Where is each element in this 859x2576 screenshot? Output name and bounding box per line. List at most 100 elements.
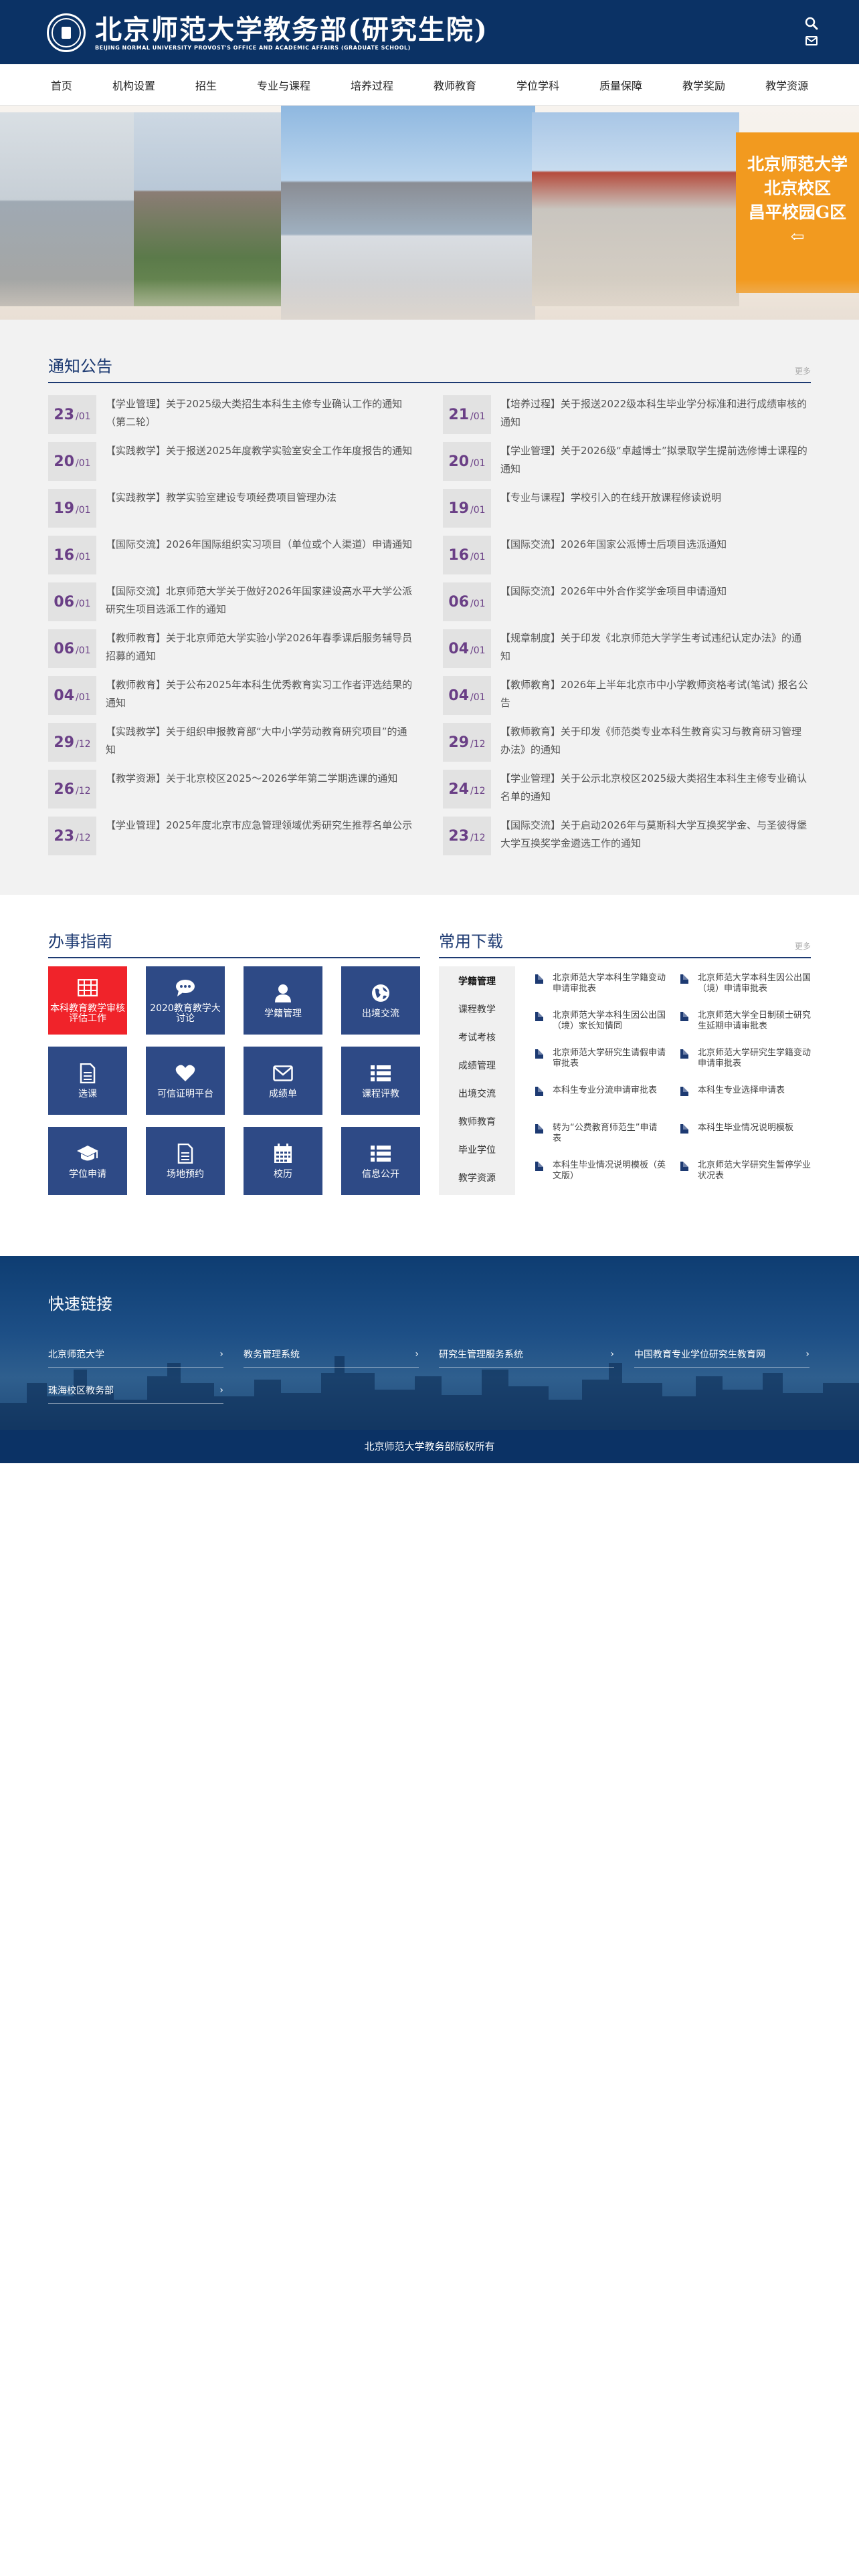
tile-student-status[interactable]: 学籍管理 <box>244 966 322 1035</box>
tile-label: 2020教育教学大讨论 <box>150 1003 221 1024</box>
download-item[interactable]: 北京师范大学研究生请假申请审批表 <box>535 1048 666 1083</box>
notice-item[interactable]: 06/01 【国际交流】北京师范大学关于做好2026年国家建设高水平大学公派研究生… <box>48 582 416 629</box>
notice-title[interactable]: 【教学资源】关于北京校区2025～2026学年第二学期选课的通知 <box>106 770 397 809</box>
notice-item[interactable]: 26/12 【教学资源】关于北京校区2025～2026学年第二学期选课的通知 <box>48 770 416 817</box>
quick-link[interactable]: 北京师范大学 › <box>48 1341 223 1368</box>
download-item[interactable]: 北京师范大学全日制硕士研究生延期申请审批表 <box>680 1010 811 1045</box>
notice-item[interactable]: 19/01 【实践教学】教学实验室建设专项经费项目管理办法 <box>48 489 416 536</box>
notice-title[interactable]: 【国际交流】2026年中外合作奖学金项目申请通知 <box>500 582 727 621</box>
nav-item-teacher-education[interactable]: 教师教育 <box>434 77 476 93</box>
notice-title[interactable]: 【实践教学】关于报送2025年度教学实验室安全工作年度报告的通知 <box>106 442 412 481</box>
notice-day: 29 <box>448 734 470 751</box>
campus-banner[interactable]: 北京师范大学 北京校区 昌平校园G区 ⇦ <box>0 106 859 320</box>
download-tab[interactable]: 出境交流 <box>439 1080 515 1108</box>
notice-date: 23/12 <box>48 817 96 855</box>
notice-title[interactable]: 【学业管理】关于公示北京校区2025级大类招生本科生主修专业确认名单的通知 <box>500 770 811 809</box>
download-item[interactable]: 本科生毕业情况说明模板 <box>680 1123 811 1158</box>
notice-item[interactable]: 04/01 【教师教育】2026年上半年北京市中小学教师资格考试(笔试) 报名公告 <box>443 676 811 723</box>
notice-item[interactable]: 23/12 【学业管理】2025年度北京市应急管理领域优秀研究生推荐名单公示 <box>48 817 416 863</box>
search-icon[interactable] <box>804 16 819 31</box>
notice-item[interactable]: 20/01 【实践教学】关于报送2025年度教学实验室安全工作年度报告的通知 <box>48 442 416 489</box>
tile-teaching-review[interactable]: 本科教育教学审核评估工作 <box>48 966 127 1035</box>
tile-transcript[interactable]: 成绩单 <box>244 1047 322 1115</box>
nav-item-quality[interactable]: 质量保障 <box>599 77 642 93</box>
tile-course-selection[interactable]: 选课 <box>48 1047 127 1115</box>
download-item[interactable]: 本科生专业分流申请审批表 <box>535 1085 666 1120</box>
notice-item[interactable]: 21/01 【培养过程】关于报送2022级本科生毕业学分标准和进行成绩审核的通知 <box>443 395 811 442</box>
notice-title[interactable]: 【教师教育】关于北京师范大学实验小学2026年春季课后服务辅导员招募的通知 <box>106 629 416 668</box>
download-tab[interactable]: 教学资源 <box>439 1164 515 1192</box>
download-tab[interactable]: 成绩管理 <box>439 1052 515 1080</box>
download-item[interactable]: 本科生专业选择申请表 <box>680 1085 811 1120</box>
notice-title[interactable]: 【教师教育】2026年上半年北京市中小学教师资格考试(笔试) 报名公告 <box>500 676 811 715</box>
download-item[interactable]: 北京师范大学本科生学籍变动申请审批表 <box>535 973 666 1008</box>
notice-title[interactable]: 【学业管理】关于2026级“卓越博士”拟录取学生提前选修博士课程的通知 <box>500 442 811 481</box>
download-item[interactable]: 北京师范大学研究生暂停学业状况表 <box>680 1160 811 1195</box>
tile-education-discussion[interactable]: 2020教育教学大讨论 <box>146 966 225 1035</box>
notice-title[interactable]: 【国际交流】2026年国际组织实习项目（单位或个人渠道）申请通知 <box>106 536 412 574</box>
notice-title[interactable]: 【国际交流】2026年国家公派博士后项目选派通知 <box>500 536 727 574</box>
notice-date: 04/01 <box>443 629 491 668</box>
download-tab[interactable]: 毕业学位 <box>439 1136 515 1164</box>
mail-icon[interactable] <box>804 33 819 48</box>
notice-item[interactable]: 04/01 【教师教育】关于公布2025年本科生优秀教育实习工作者评选结果的通知 <box>48 676 416 723</box>
notice-month: /01 <box>76 692 91 703</box>
nav-item-training[interactable]: 培养过程 <box>351 77 393 93</box>
download-item[interactable]: 北京师范大学研究生学籍变动申请审批表 <box>680 1048 811 1083</box>
download-item[interactable]: 北京师范大学本科生因公出国（境）家长知情同 <box>535 1010 666 1045</box>
notice-title[interactable]: 【培养过程】关于报送2022级本科生毕业学分标准和进行成绩审核的通知 <box>500 395 811 434</box>
notice-title[interactable]: 【国际交流】北京师范大学关于做好2026年国家建设高水平大学公派研究生项目选派工… <box>106 582 416 621</box>
notice-title[interactable]: 【教师教育】关于印发《师范类专业本科生教育实习与教育研习管理办法》的通知 <box>500 723 811 762</box>
notice-item[interactable]: 23/12 【国际交流】关于启动2026年与莫斯科大学互换奖学金、与圣彼得堡大学互… <box>443 817 811 863</box>
quick-link[interactable]: 珠海校区教务部 › <box>48 1377 223 1404</box>
download-item[interactable]: 本科生毕业情况说明模板（英文版） <box>535 1160 666 1195</box>
tile-certificate-platform[interactable]: 可信证明平台 <box>146 1047 225 1115</box>
nav-item-degrees[interactable]: 学位学科 <box>516 77 559 93</box>
notice-item[interactable]: 16/01 【国际交流】2026年国家公派博士后项目选派通知 <box>443 536 811 582</box>
notice-title[interactable]: 【学业管理】关于2025级大类招生本科生主修专业确认工作的通知（第二轮） <box>106 395 416 434</box>
download-item[interactable]: 北京师范大学本科生因公出国（境）申请审批表 <box>680 973 811 1008</box>
notice-item[interactable]: 06/01 【国际交流】2026年中外合作奖学金项目申请通知 <box>443 582 811 629</box>
notice-item[interactable]: 16/01 【国际交流】2026年国际组织实习项目（单位或个人渠道）申请通知 <box>48 536 416 582</box>
nav-item-admissions[interactable]: 招生 <box>195 77 217 93</box>
notice-title[interactable]: 【国际交流】关于启动2026年与莫斯科大学互换奖学金、与圣彼得堡大学互换奖学金遴… <box>500 817 811 855</box>
notice-item[interactable]: 04/01 【规章制度】关于印发《北京师范大学学生考试违纪认定办法》的通知 <box>443 629 811 676</box>
notice-item[interactable]: 23/01 【学业管理】关于2025级大类招生本科生主修专业确认工作的通知（第二轮… <box>48 395 416 442</box>
tile-degree-application[interactable]: 学位申请 <box>48 1127 127 1195</box>
quick-link[interactable]: 中国教育专业学位研究生教育网 › <box>634 1341 809 1368</box>
nav-item-organization[interactable]: 机构设置 <box>112 77 155 93</box>
notice-item[interactable]: 29/12 【教师教育】关于印发《师范类专业本科生教育实习与教育研习管理办法》的通… <box>443 723 811 770</box>
tile-outbound-exchange[interactable]: 出境交流 <box>341 966 420 1035</box>
nav-item-resources[interactable]: 教学资源 <box>765 77 808 93</box>
tile-school-calendar[interactable]: 校历 <box>244 1127 322 1195</box>
notices-more-link[interactable]: 更多 <box>795 365 811 377</box>
nav-item-awards[interactable]: 教学奖励 <box>682 77 725 93</box>
notice-title[interactable]: 【专业与课程】学校引入的在线开放课程修读说明 <box>500 489 721 528</box>
notice-title[interactable]: 【规章制度】关于印发《北京师范大学学生考试违纪认定办法》的通知 <box>500 629 811 668</box>
download-tab[interactable]: 课程教学 <box>439 996 515 1024</box>
tile-information-disclosure[interactable]: 信息公开 <box>341 1127 420 1195</box>
quick-link[interactable]: 教务管理系统 › <box>244 1341 419 1368</box>
nav-item-majors-courses[interactable]: 专业与课程 <box>257 77 310 93</box>
downloads-more-link[interactable]: 更多 <box>795 940 811 952</box>
download-tab[interactable]: 考试考核 <box>439 1024 515 1052</box>
notice-item[interactable]: 20/01 【学业管理】关于2026级“卓越博士”拟录取学生提前选修博士课程的通知 <box>443 442 811 489</box>
notice-item[interactable]: 29/12 【实践教学】关于组织申报教育部“大中小学劳动教育研究项目”的通知 <box>48 723 416 770</box>
tile-course-evaluation[interactable]: 课程评教 <box>341 1047 420 1115</box>
notice-title[interactable]: 【实践教学】教学实验室建设专项经费项目管理办法 <box>106 489 337 528</box>
download-tab[interactable]: 学籍管理 <box>439 968 515 996</box>
quick-link[interactable]: 研究生管理服务系统 › <box>439 1341 614 1368</box>
download-tab[interactable]: 教师教育 <box>439 1108 515 1136</box>
notice-item[interactable]: 19/01 【专业与课程】学校引入的在线开放课程修读说明 <box>443 489 811 536</box>
nav-item-home[interactable]: 首页 <box>51 77 72 93</box>
notice-title[interactable]: 【实践教学】关于组织申报教育部“大中小学劳动教育研究项目”的通知 <box>106 723 416 762</box>
download-item[interactable]: 转为“公费教育师范生”申请表 <box>535 1123 666 1158</box>
downloads-panel: 常用下载 更多 学籍管理 课程教学 考试考核 成绩管理 出境交流 教师教育 毕业学位 教学资源… <box>439 928 811 1256</box>
tile-venue-booking[interactable]: 场地预约 <box>146 1127 225 1195</box>
notice-title[interactable]: 【学业管理】2025年度北京市应急管理领域优秀研究生推荐名单公示 <box>106 817 412 855</box>
notice-item[interactable]: 24/12 【学业管理】关于公示北京校区2025级大类招生本科生主修专业确认名单的… <box>443 770 811 817</box>
site-logo[interactable]: 北京师范大学教务部(研究生院) BEIJING NORMAL UNIVERSIT… <box>47 13 488 52</box>
notice-item[interactable]: 06/01 【教师教育】关于北京师范大学实验小学2026年春季课后服务辅导员招募的… <box>48 629 416 676</box>
notice-title[interactable]: 【教师教育】关于公布2025年本科生优秀教育实习工作者评选结果的通知 <box>106 676 416 715</box>
download-item-label: 北京师范大学研究生暂停学业状况表 <box>698 1160 812 1181</box>
